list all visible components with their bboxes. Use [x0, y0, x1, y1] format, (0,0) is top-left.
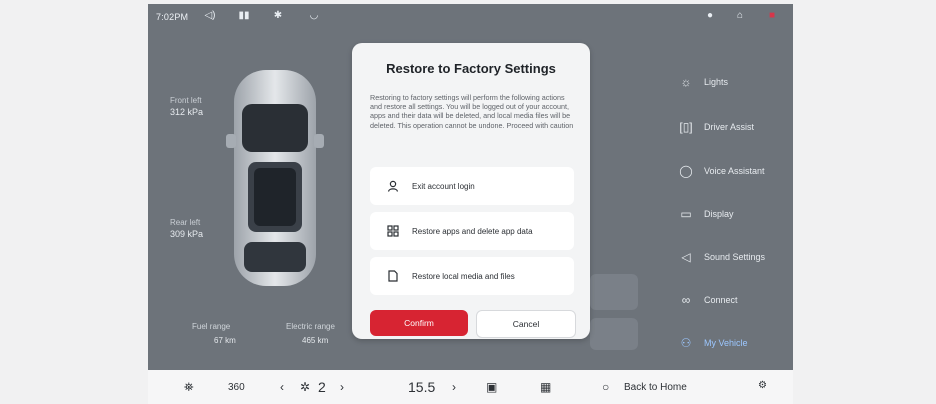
range-value-2: 465 km	[302, 336, 329, 345]
menu-item-label: Lights	[704, 77, 729, 87]
option-restore-media: Restore local media and files	[370, 257, 574, 295]
confirm-button[interactable]: Confirm	[370, 310, 468, 336]
option-label: Exit account login	[412, 181, 475, 191]
display-icon: ▭	[680, 207, 692, 221]
apps-grid-icon[interactable]: ▦	[540, 380, 551, 394]
signal-icon: ▮▮	[238, 10, 250, 21]
bluetooth-icon: ✱	[273, 10, 283, 21]
bulb-icon: ☼	[680, 75, 692, 89]
range-label-1: Fuel range	[192, 322, 231, 331]
seat-icon[interactable]: ⛯	[184, 380, 194, 395]
background-cards	[590, 274, 638, 354]
menu-item-label: Display	[704, 209, 734, 219]
menu-item-my-vehicle[interactable]: ⚇ My Vehicle	[678, 331, 793, 355]
user-icon: ⚇	[680, 336, 692, 350]
menu-item-lights[interactable]: ☼ Lights	[678, 70, 793, 94]
option-exit-account: Exit account login	[370, 167, 574, 205]
tire-front-label: Front left	[170, 96, 202, 105]
menu-item-display[interactable]: ▭ Display	[678, 202, 793, 226]
person-icon	[386, 179, 400, 193]
apps-grid-icon	[386, 224, 400, 238]
option-restore-apps: Restore apps and delete app data	[370, 212, 574, 250]
restore-factory-dialog: Restore to Factory Settings Restoring to…	[352, 43, 590, 339]
device-frame: 7:02PM ◁) ▮▮ ✱ ◡ ● ⌂ ■ Front left 312 kP…	[0, 0, 936, 404]
tire-front-left: Front left 312 kPa	[170, 96, 203, 117]
range-label-2: Electric range	[286, 322, 335, 331]
volume-icon: ◁)	[204, 10, 216, 21]
tire-rear-value: 309 kPa	[170, 229, 204, 239]
tire-front-value: 312 kPa	[170, 107, 204, 117]
menu-item-label: Driver Assist	[704, 122, 755, 132]
range-value-1: 67 km	[214, 336, 236, 345]
dialog-description: Restoring to factory settings will perfo…	[370, 93, 574, 130]
fan-icon: ✲	[300, 380, 311, 394]
home-circle-icon: ○	[602, 380, 610, 394]
cancel-button[interactable]: Cancel	[476, 310, 576, 338]
settings-menu: ☼ Lights [▯] Driver Assist ◯ Voice Assis…	[668, 4, 793, 370]
menu-item-label: Connect	[704, 295, 738, 305]
fan-increase-button[interactable]: ›	[340, 380, 344, 394]
steering-icon: [▯]	[679, 120, 693, 134]
tire-rear-label: Rear left	[170, 218, 201, 227]
car-top-view-image	[226, 70, 324, 286]
bottom-dock: ⛯ 360 ‹ ✲ 2 › 15.5 › ▣ ▦ ○ Back to Home …	[148, 370, 793, 404]
menu-item-label: Sound Settings	[704, 252, 766, 262]
file-icon	[386, 269, 400, 283]
tire-rear-left: Rear left 309 kPa	[170, 218, 203, 239]
status-time: 7:02PM	[156, 12, 189, 22]
wifi-icon: ◡	[309, 10, 319, 21]
menu-item-voice-assistant[interactable]: ◯ Voice Assistant	[678, 159, 793, 183]
temperature-increase-button[interactable]: ›	[452, 380, 456, 394]
option-label: Restore apps and delete app data	[412, 226, 533, 236]
menu-item-connect[interactable]: ∞ Connect	[678, 288, 793, 312]
temperature-value: 15.5	[408, 379, 436, 395]
back-to-home-button[interactable]: Back to Home	[624, 382, 687, 393]
settings-gear-icon[interactable]: ⚙	[758, 380, 767, 391]
menu-item-sound-settings[interactable]: ◁ Sound Settings	[678, 245, 793, 269]
menu-item-label: Voice Assistant	[704, 166, 765, 176]
menu-item-label: My Vehicle	[704, 338, 748, 348]
dialog-title: Restore to Factory Settings	[386, 61, 556, 76]
speaker-icon: ◁	[681, 250, 691, 264]
link-icon: ∞	[681, 293, 691, 307]
fan-decrease-button[interactable]: ‹	[280, 380, 284, 394]
option-label: Restore local media and files	[412, 271, 515, 281]
menu-item-driver-assist[interactable]: [▯] Driver Assist	[678, 115, 793, 139]
car-icon[interactable]: ▣	[486, 380, 497, 394]
voice-icon: ◯	[679, 164, 693, 178]
fan-speed-value: 2	[318, 379, 326, 395]
camera-360-button[interactable]: 360	[228, 382, 245, 393]
